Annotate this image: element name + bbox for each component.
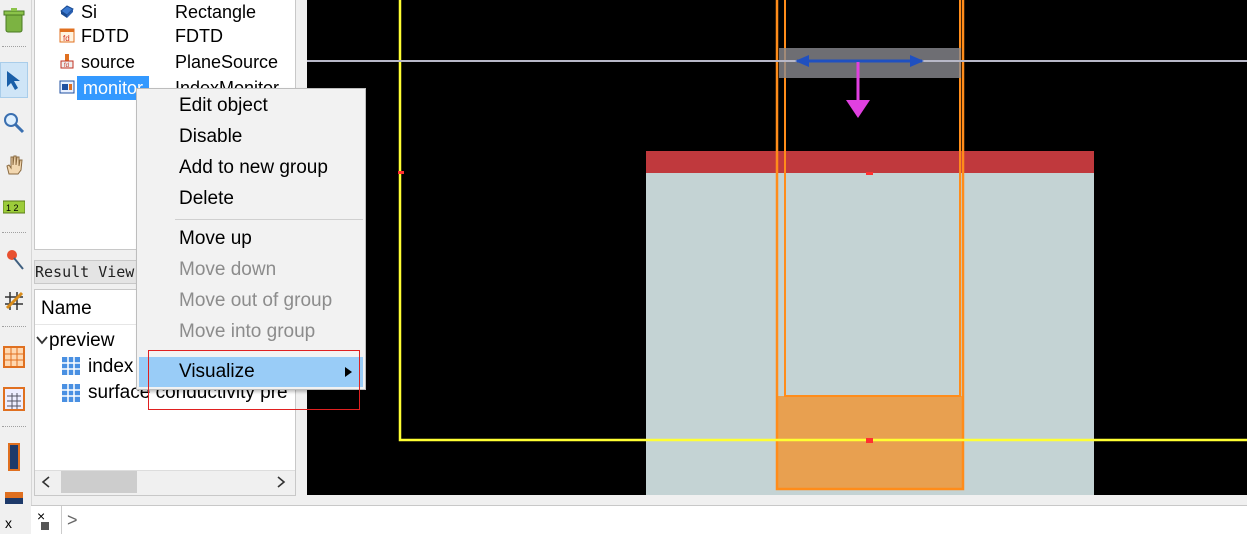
tree-item-name: Si <box>81 2 98 22</box>
select-arrow-icon[interactable] <box>0 62 28 98</box>
menu-item-delete[interactable]: Delete <box>137 184 365 214</box>
tree-item-name: FDTD <box>81 26 129 46</box>
menu-item-label: Move into group <box>179 321 316 342</box>
pan-hand-icon[interactable] <box>0 148 28 182</box>
toolbar-separator <box>2 46 26 47</box>
scroll-right-icon[interactable] <box>276 476 286 488</box>
source-icon: fd <box>60 54 74 69</box>
pin-icon <box>41 522 49 530</box>
marker <box>398 171 404 174</box>
console-prompt[interactable]: > <box>67 510 78 531</box>
table-icon <box>62 357 80 375</box>
grid-edit-icon[interactable] <box>0 284 28 318</box>
layout-viewport[interactable] <box>307 0 1247 495</box>
menu-item-move-up[interactable]: Move up <box>137 224 365 254</box>
result-view-title: Result View <box>35 263 135 281</box>
marker <box>866 172 873 175</box>
trash-icon[interactable] <box>0 4 28 38</box>
ruler-icon[interactable]: 1 2 <box>0 190 28 224</box>
fdtd-icon: fd <box>59 28 75 43</box>
rect-tall-icon[interactable] <box>0 440 28 474</box>
marker <box>866 438 873 443</box>
left-toolbar: 1 2 x <box>0 0 32 533</box>
pin-icon[interactable] <box>0 242 28 276</box>
arrow-down-icon <box>846 100 870 118</box>
tree-row-si[interactable]: Si Rectangle <box>35 0 297 25</box>
film-layer[interactable] <box>646 151 1094 173</box>
tree-item-name: source <box>81 52 136 72</box>
menu-item-label: Disable <box>179 126 243 147</box>
menu-item-label: Edit object <box>179 95 268 116</box>
menu-item-move-down[interactable]: Move down <box>137 255 365 285</box>
tree-item-type: Rectangle <box>175 2 257 22</box>
menu-item-label: Move out of group <box>179 290 333 311</box>
menu-item-move-out-of-group[interactable]: Move out of group <box>137 286 365 316</box>
menu-item-label: Add to new group <box>179 157 328 178</box>
menu-item-move-into-group[interactable]: Move into group <box>137 317 365 347</box>
rect-flat-icon[interactable] <box>0 480 28 514</box>
annotation-highlight-box <box>148 350 360 410</box>
tree-row-fdtd[interactable]: fd FDTD FDTD <box>35 23 297 49</box>
menu-item-add-to-new-group[interactable]: Add to new group <box>137 153 365 183</box>
result-group-preview[interactable]: preview <box>49 330 114 352</box>
rectangle-icon <box>60 5 74 18</box>
svg-text:1 2: 1 2 <box>6 203 19 213</box>
menu-item-edit-object[interactable]: Edit object <box>137 91 365 121</box>
simulation-canvas <box>307 0 1247 495</box>
monitor-icon <box>59 80 75 94</box>
toolbar-separator <box>2 426 26 427</box>
script-console[interactable]: × > <box>31 505 1247 534</box>
toolbar-separator <box>2 326 26 327</box>
table-icon <box>62 384 80 402</box>
scrollbar-thumb[interactable] <box>61 471 137 493</box>
menu-item-label: Delete <box>179 188 234 209</box>
svg-text:fd: fd <box>64 63 69 69</box>
mesh-icon[interactable] <box>0 340 28 374</box>
toolbar-separator <box>2 232 26 233</box>
tree-item-type: FDTD <box>175 26 223 46</box>
chevron-down-icon[interactable] <box>36 335 48 345</box>
calculator-icon[interactable] <box>0 382 28 416</box>
zoom-icon[interactable] <box>0 106 28 140</box>
menu-item-label: Move down <box>179 259 277 280</box>
result-item-index[interactable]: index <box>88 356 133 378</box>
column-header-name[interactable]: Name <box>41 298 92 320</box>
menu-item-label: Move up <box>179 228 252 249</box>
context-menu: Edit object Disable Add to new group Del… <box>136 88 366 390</box>
svg-text:fd: fd <box>63 34 70 43</box>
tree-item-type: PlaneSource <box>175 52 279 72</box>
scroll-left-icon[interactable] <box>41 476 51 488</box>
console-divider <box>61 506 62 534</box>
menu-separator <box>175 219 363 220</box>
menu-item-disable[interactable]: Disable <box>137 122 365 152</box>
tree-row-source[interactable]: fd source PlaneSource <box>35 49 297 75</box>
axis-x-label: x <box>5 515 12 531</box>
